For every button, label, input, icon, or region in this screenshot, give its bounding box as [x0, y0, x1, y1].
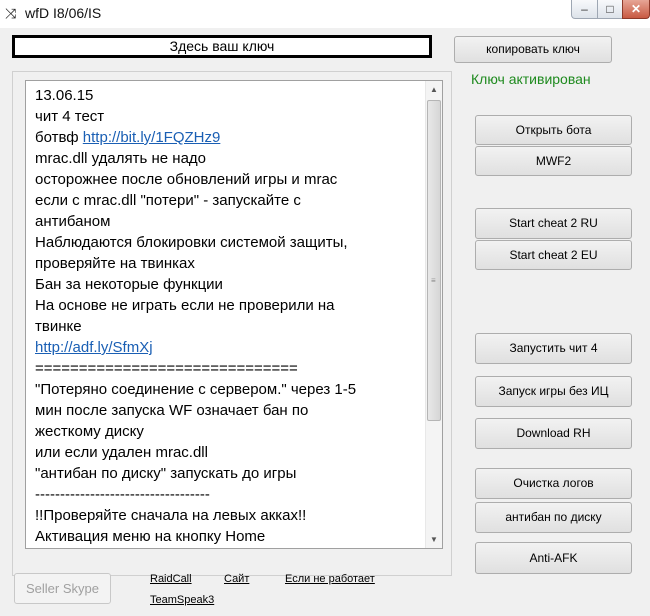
note-line: На основе не играть если не проверили на [35, 295, 420, 316]
note-line: Наблюдаются блокировки системой защиты, [35, 232, 420, 253]
note-text: Активация меню на кнопку Home [35, 528, 266, 545]
raidcall-link[interactable]: RaidCall [150, 573, 192, 585]
clear-logs-button[interactable]: Очистка логов [475, 468, 632, 499]
note-line: ============================== [35, 358, 420, 379]
start-cheat-eu-button[interactable]: Start cheat 2 EU [475, 240, 632, 270]
start-cheat-ru-button[interactable]: Start cheat 2 RU [475, 208, 632, 239]
scroll-down-arrow-icon[interactable]: ▼ [426, 531, 442, 548]
note-line: проверяйте на твинках [35, 253, 420, 274]
notes-scrollbar[interactable]: ▲ ≡ ▼ [425, 81, 442, 548]
note-line: mrac.dll удалять не надо [35, 148, 420, 169]
note-text: твинке [35, 318, 82, 335]
note-text: проверяйте на твинках [35, 255, 195, 272]
teamspeak-link[interactable]: TeamSpeak3 [150, 594, 214, 606]
note-line: http://adf.ly/SfmXj [35, 337, 420, 358]
scroll-up-arrow-icon[interactable]: ▲ [426, 81, 442, 98]
open-bot-button[interactable]: Открыть бота [475, 115, 632, 145]
copy-key-button[interactable]: копировать ключ [454, 36, 612, 63]
mwf2-button[interactable]: MWF2 [475, 146, 632, 176]
note-text: Наблюдаются блокировки системой защиты, [35, 234, 348, 251]
notes-content: 13.06.15 чит 4 тест ботвф http://bit.ly/1F… [35, 85, 420, 547]
anti-afk-button[interactable]: Anti-AFK [475, 542, 632, 574]
note-text: "Потеряно соединение с сервером." через … [35, 381, 357, 398]
title-bar: ⤨ wfD I8/06/IS – □ ✕ [0, 0, 650, 28]
launch-game-button[interactable]: Запуск игры без ИЦ [475, 376, 632, 407]
note-text: "антибан по диску" запускать до игры [35, 465, 297, 482]
scroll-thumb[interactable]: ≡ [427, 100, 441, 421]
note-line: "антибан по диску" запускать до игры [35, 463, 420, 484]
note-line: чит 4 тест [35, 106, 420, 127]
maximize-button[interactable]: □ [597, 0, 623, 19]
note-text: ботвф [35, 129, 83, 146]
activation-status: Ключ активирован [471, 71, 591, 87]
app-icon: ⤨ [5, 5, 17, 21]
note-line: Активация меню на кнопку Home [35, 526, 420, 547]
note-text: !!Проверяйте сначала на левых акках!! [35, 507, 307, 524]
note-link[interactable]: http://adf.ly/SfmXj [35, 339, 153, 356]
note-text: если с mrac.dll "потери" - запускайте с [35, 192, 301, 209]
note-text: осторожнее после обновлений игры и mrac [35, 171, 338, 188]
note-text: мин после запуска WF означает бан по [35, 402, 309, 419]
note-line: 13.06.15 [35, 85, 420, 106]
key-field[interactable]: Здесь ваш ключ [12, 35, 432, 58]
note-line: ----------------------------------- [35, 484, 420, 505]
note-text: чит 4 тест [35, 108, 105, 125]
note-line: !!Проверяйте сначала на левых акках!! [35, 505, 420, 526]
minimize-button[interactable]: – [571, 0, 598, 19]
note-text: Бан за некоторые функции [35, 276, 223, 293]
note-text: На основе не играть если не проверили на [35, 297, 335, 314]
window-title: wfD I8/06/IS [25, 5, 102, 21]
download-rh-button[interactable]: Download RH [475, 418, 632, 449]
note-text: или если удален mrac.dll [35, 444, 208, 461]
note-line: осторожнее после обновлений игры и mrac [35, 169, 420, 190]
notes-textbox[interactable]: 13.06.15 чит 4 тест ботвф http://bit.ly/1F… [25, 80, 443, 549]
site-link[interactable]: Сайт [224, 573, 249, 585]
note-text: 13.06.15 [35, 87, 94, 104]
note-line: антибаном [35, 211, 420, 232]
note-text: ----------------------------------- [35, 486, 210, 503]
disk-antiban-button[interactable]: антибан по диску [475, 502, 632, 533]
note-line: "Потеряно соединение с сервером." через … [35, 379, 420, 400]
note-text: жесткому диску [35, 423, 144, 440]
grip-icon: ≡ [431, 276, 436, 285]
close-button[interactable]: ✕ [622, 0, 650, 19]
run-cheat4-button[interactable]: Запустить чит 4 [475, 333, 632, 364]
note-link[interactable]: http://bit.ly/1FQZHz9 [83, 129, 221, 146]
note-line: твинке [35, 316, 420, 337]
note-line: мин после запуска WF означает бан по [35, 400, 420, 421]
note-line: Бан за некоторые функции [35, 274, 420, 295]
note-text: антибаном [35, 213, 111, 230]
note-text: ============================== [35, 360, 298, 377]
note-text: mrac.dll удалять не надо [35, 150, 207, 167]
note-line: если с mrac.dll "потери" - запускайте с [35, 190, 420, 211]
note-line: жесткому диску [35, 421, 420, 442]
note-line: или если удален mrac.dll [35, 442, 420, 463]
seller-skype-button[interactable]: Seller Skype [14, 573, 111, 604]
note-line: ботвф http://bit.ly/1FQZHz9 [35, 127, 420, 148]
if-not-working-link[interactable]: Если не работает [285, 573, 375, 585]
